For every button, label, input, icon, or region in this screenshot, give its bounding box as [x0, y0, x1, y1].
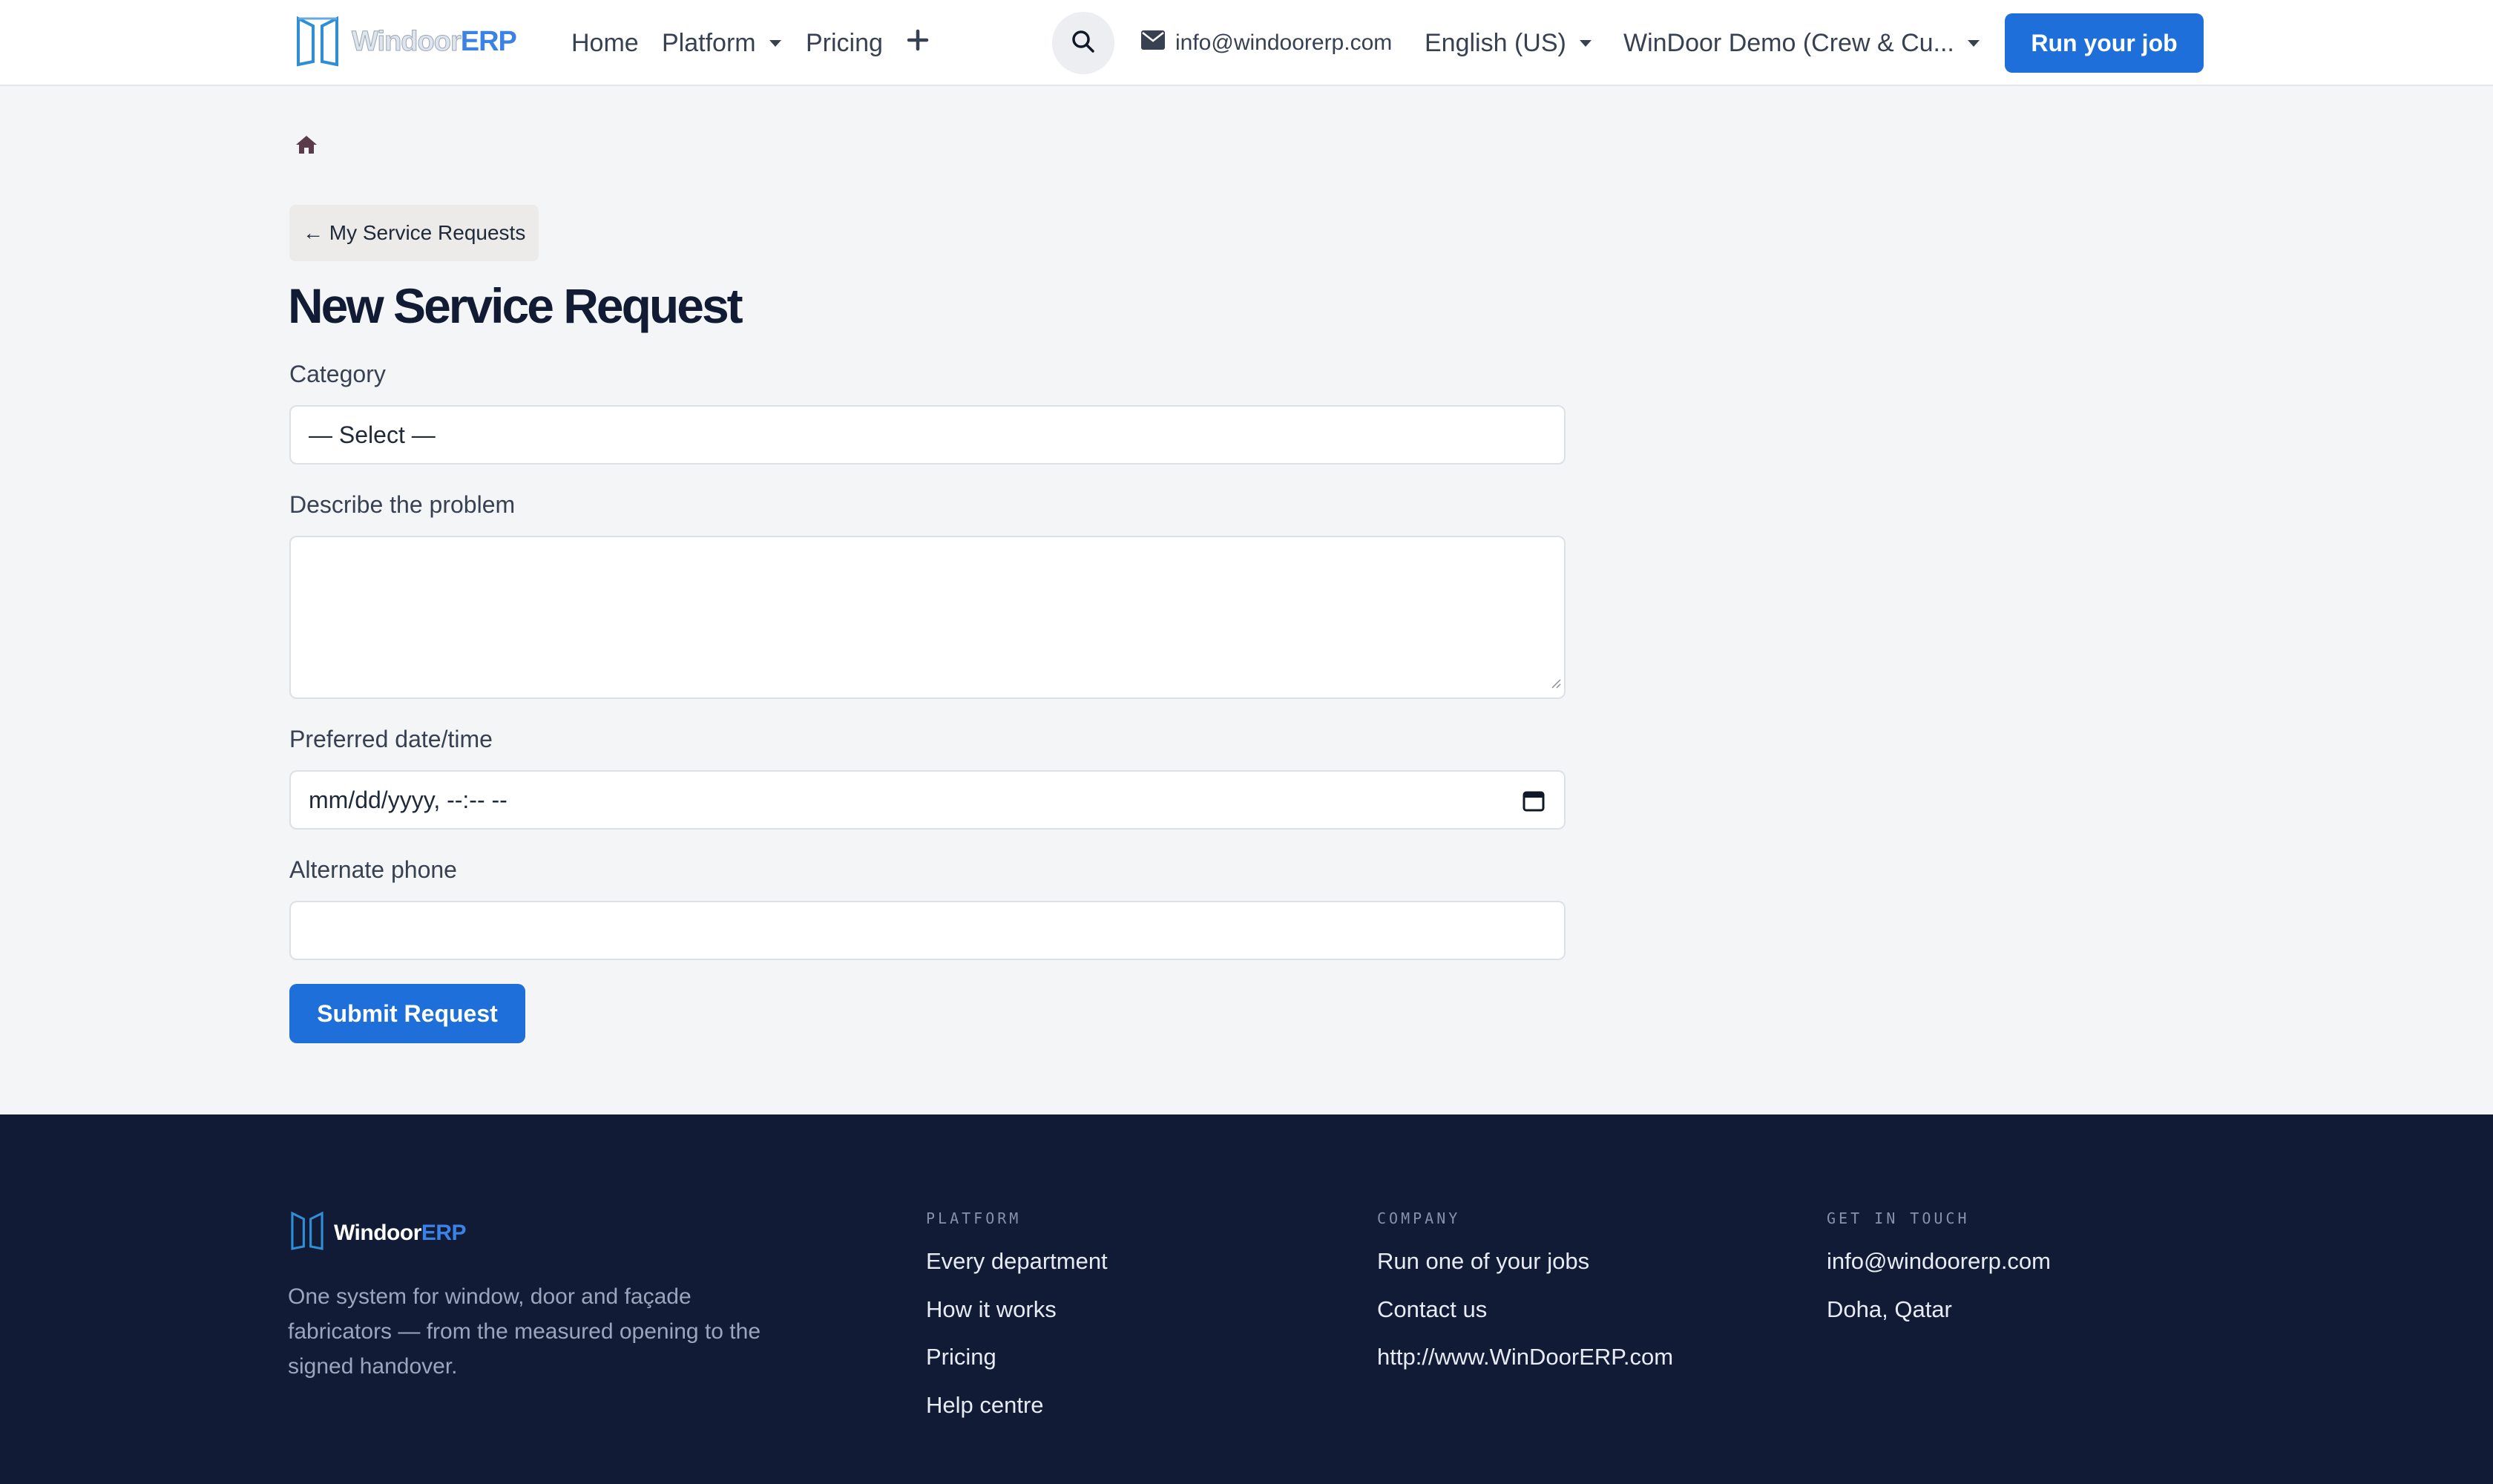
plus-icon: [907, 29, 929, 58]
account-label: WinDoor Demo (Crew & Cu...: [1623, 28, 1954, 57]
alternate-phone-input[interactable]: [289, 901, 1566, 960]
envelope-icon: [1141, 30, 1165, 56]
alternate-phone-label: Alternate phone: [289, 856, 457, 883]
footer-contact-heading: GET IN TOUCH: [1827, 1209, 1970, 1227]
run-your-job-button[interactable]: Run your job: [2005, 13, 2204, 73]
footer-email-link[interactable]: info@windoorerp.com: [1827, 1247, 2051, 1295]
category-label: Category: [289, 361, 386, 387]
nav-home[interactable]: Home: [571, 0, 639, 86]
footer-company-column: COMPANY Run one of your jobs Contact us …: [1377, 1209, 1673, 1391]
header-email-link[interactable]: info@windoorerp.com: [1141, 0, 1392, 86]
nav-more-button[interactable]: [907, 0, 929, 86]
preferred-datetime-label: Preferred date/time: [289, 726, 493, 752]
header-email-text: info@windoorerp.com: [1175, 30, 1393, 55]
footer-tagline: One system for window, door and façade f…: [288, 1284, 761, 1379]
nav-platform-label: Platform: [662, 28, 756, 57]
page-title: New Service Request: [288, 278, 743, 333]
chevron-down-icon: [1967, 39, 1980, 47]
preferred-datetime-value: mm/dd/yyyy, --:-- --: [309, 786, 508, 813]
footer-logo-wordmark: WindoorERP: [334, 1220, 467, 1245]
problem-label: Describe the problem: [289, 491, 516, 518]
site-footer: WindoorERP One system for window, door a…: [0, 1114, 2493, 1484]
category-selected-value: — Select —: [309, 421, 436, 448]
brand-logo[interactable]: WindoorERP: [295, 15, 517, 68]
home-icon: [295, 136, 318, 157]
chevron-down-icon: [1579, 39, 1592, 47]
search-button[interactable]: [1052, 12, 1114, 74]
footer-company-heading: COMPANY: [1377, 1209, 1461, 1227]
logo-wordmark: WindoorERP: [352, 25, 517, 57]
footer-contact-column: GET IN TOUCH info@windoorerp.com Doha, Q…: [1827, 1209, 2051, 1342]
footer-link-contact-us[interactable]: Contact us: [1377, 1295, 1673, 1343]
footer-link-run-a-job[interactable]: Run one of your jobs: [1377, 1247, 1673, 1295]
top-navbar: WindoorERP Home Platform Pricing info@wi…: [0, 0, 2493, 86]
logo-mark-icon: [295, 16, 340, 68]
footer-link-every-department[interactable]: Every department: [926, 1247, 1108, 1295]
language-label: English (US): [1425, 28, 1566, 57]
submit-request-button[interactable]: Submit Request: [289, 984, 525, 1043]
logo-mark-icon: [289, 1211, 325, 1255]
back-to-service-requests-link[interactable]: ← My Service Requests: [289, 205, 539, 261]
footer-link-website[interactable]: http://www.WinDoorERP.com: [1377, 1342, 1673, 1391]
footer-link-pricing[interactable]: Pricing: [926, 1342, 1108, 1391]
footer-link-help-centre[interactable]: Help centre: [926, 1391, 1108, 1439]
footer-platform-heading: PLATFORM: [926, 1209, 1022, 1227]
category-select[interactable]: — Select —: [289, 405, 1566, 464]
footer-platform-column: PLATFORM Every department How it works P…: [926, 1209, 1108, 1438]
nav-home-label: Home: [571, 28, 639, 57]
nav-pricing-label: Pricing: [806, 28, 883, 57]
page: WindoorERP Home Platform Pricing info@wi…: [0, 0, 2493, 1484]
account-dropdown[interactable]: WinDoor Demo (Crew & Cu...: [1623, 0, 1980, 86]
footer-location: Doha, Qatar: [1827, 1296, 1952, 1322]
search-icon: [1071, 29, 1096, 58]
breadcrumb-home[interactable]: [295, 135, 318, 158]
chevron-down-icon: [769, 39, 781, 47]
footer-link-how-it-works[interactable]: How it works: [926, 1295, 1108, 1343]
footer-logo[interactable]: WindoorERP: [289, 1211, 467, 1255]
calendar-icon[interactable]: [1523, 789, 1545, 818]
nav-platform-dropdown[interactable]: Platform: [662, 0, 781, 86]
problem-textarea[interactable]: [289, 536, 1566, 699]
resize-grip-icon[interactable]: [1549, 667, 1561, 695]
preferred-datetime-input[interactable]: mm/dd/yyyy, --:-- --: [289, 770, 1566, 830]
language-dropdown[interactable]: English (US): [1425, 0, 1592, 86]
nav-pricing[interactable]: Pricing: [806, 0, 883, 86]
